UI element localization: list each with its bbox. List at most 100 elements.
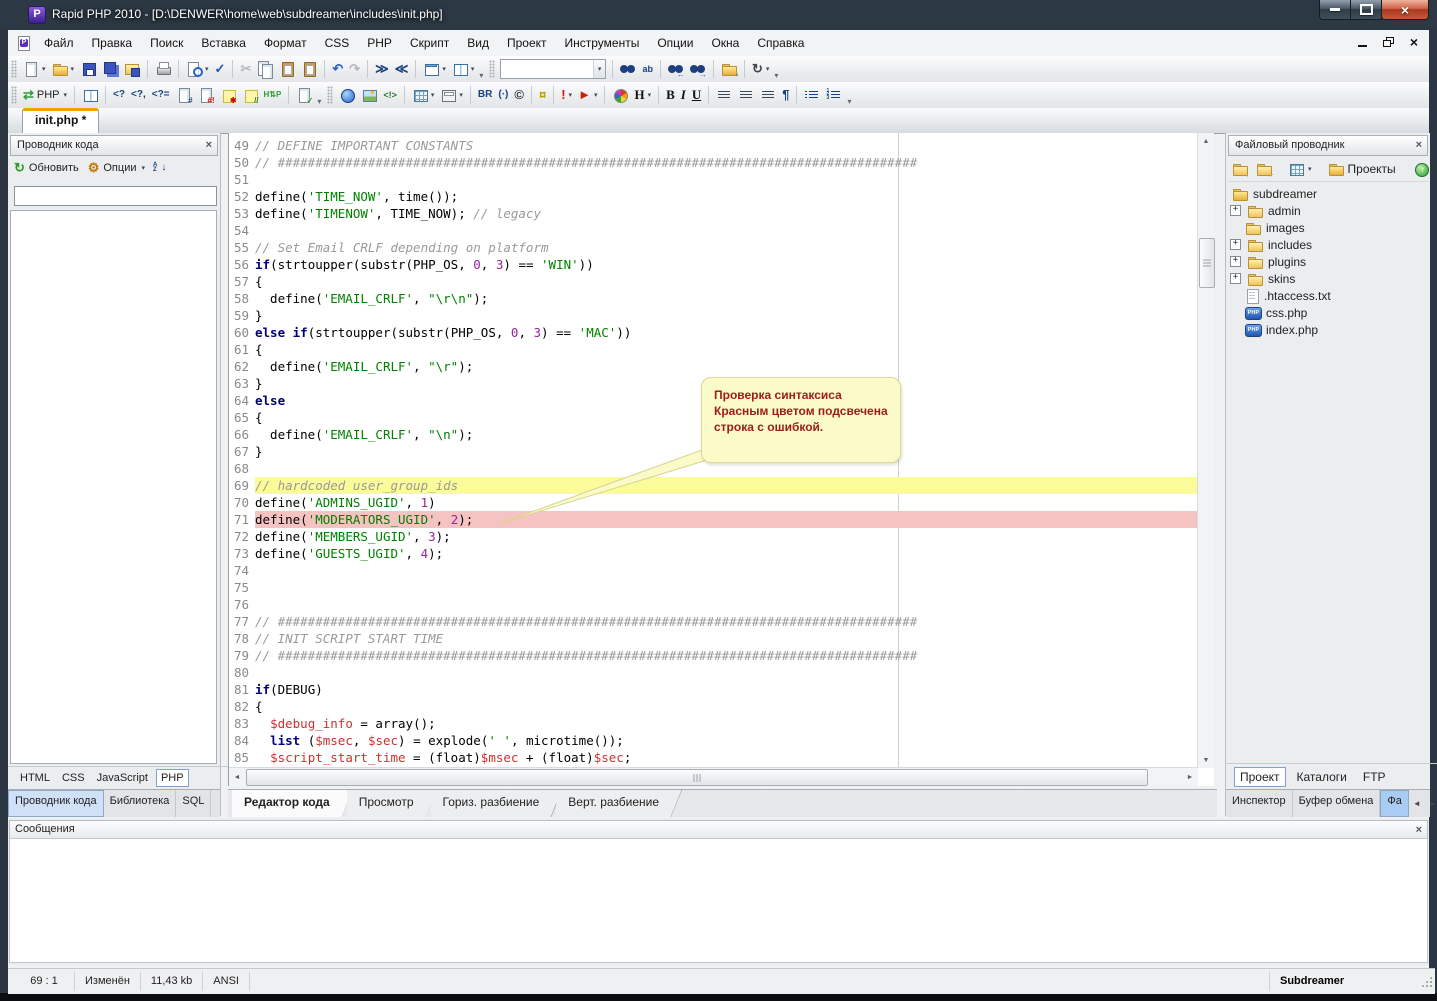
insert-table-button[interactable]: ▾: [409, 85, 438, 105]
code-line-72[interactable]: define('MEMBERS_UGID', 3);: [255, 528, 1198, 545]
language-php[interactable]: PHP: [156, 769, 189, 787]
quick-marker-button[interactable]: ►▾: [575, 85, 600, 105]
refresh-button[interactable]: ↻ Обновить: [10, 158, 84, 178]
insert-comment-button[interactable]: ✱: [217, 85, 239, 105]
tab-Буфер обмена[interactable]: Буфер обмена: [1293, 790, 1381, 817]
code-line-62[interactable]: define('EMAIL_CRLF', "\r");: [255, 358, 1198, 375]
save-copy-button[interactable]: [121, 59, 143, 79]
code-line-73[interactable]: define('GUESTS_UGID', 4);: [255, 545, 1198, 562]
tab-Библиотека[interactable]: Библиотека: [104, 790, 177, 817]
code-explorer-close-icon[interactable]: ×: [206, 138, 212, 152]
scroll-down-icon[interactable]: ▼: [1198, 752, 1214, 768]
mdi-restore-button[interactable]: [1379, 33, 1397, 51]
color-picker-button[interactable]: [609, 85, 631, 105]
paragraph-button[interactable]: ¶: [779, 85, 792, 105]
tab-Проект[interactable]: Проект: [1234, 767, 1286, 787]
tree-item-admin[interactable]: +admin: [1228, 202, 1428, 219]
vertical-scroll-thumb[interactable]: [1199, 238, 1215, 288]
html-to-php-button[interactable]: H⇅P: [261, 85, 285, 105]
menu-Справка[interactable]: Справка: [748, 31, 813, 55]
underline-button[interactable]: U: [689, 85, 704, 105]
find-previous-button[interactable]: ←: [665, 59, 687, 79]
italic-button[interactable]: I: [678, 85, 689, 105]
sort-button[interactable]: AZ ↓: [149, 158, 170, 178]
align-center-button[interactable]: [735, 85, 757, 105]
tab-scroll-left-button[interactable]: ◄: [1409, 797, 1425, 810]
tree-item-skins[interactable]: +skins: [1228, 270, 1428, 287]
parent-folder-button[interactable]: ↑: [1228, 159, 1252, 179]
code-line-84[interactable]: list ($msec, $sec) = explode(' ', microt…: [255, 732, 1198, 749]
code-line-77[interactable]: // #####################################…: [255, 613, 1198, 630]
tree-item-images[interactable]: images: [1228, 219, 1428, 236]
print-button[interactable]: [152, 59, 174, 79]
outdent-button[interactable]: ≪: [392, 59, 412, 79]
new-folder-button[interactable]: +: [1252, 159, 1276, 179]
minimize-button[interactable]: [1319, 0, 1351, 20]
insert-php-tag-button[interactable]: <?: [110, 85, 128, 105]
code-line-81[interactable]: if(DEBUG): [255, 681, 1198, 698]
tree-item-index.php[interactable]: index.php: [1228, 321, 1428, 338]
menu-Файл[interactable]: Файл: [35, 31, 83, 55]
menu-Вставка[interactable]: Вставка: [192, 31, 255, 55]
mdi-close-button[interactable]: ×: [1405, 33, 1423, 51]
code-line-49[interactable]: // DEFINE IMPORTANT CONSTANTS: [255, 137, 1198, 154]
insert-nbsp-button[interactable]: (·): [495, 85, 511, 105]
toolbar-overflow-button[interactable]: ▾: [845, 97, 854, 106]
paste-as-button[interactable]: [298, 59, 320, 79]
tab-Каталоги[interactable]: Каталоги: [1292, 768, 1352, 786]
redo-button[interactable]: ↷: [346, 59, 363, 79]
code-line-59[interactable]: }: [255, 307, 1198, 324]
paste-button[interactable]: [276, 59, 298, 79]
language-javascript[interactable]: JavaScript: [93, 770, 152, 786]
syntax-check-button[interactable]: ✓: [293, 85, 315, 105]
indent-button[interactable]: ≫: [372, 59, 392, 79]
menu-Вид[interactable]: Вид: [458, 31, 498, 55]
code-line-85[interactable]: $script_start_time = (float)$msec + (flo…: [255, 749, 1198, 766]
insert-form-button[interactable]: ▾: [437, 85, 466, 105]
code-line-52[interactable]: define('TIME_NOW', time());: [255, 188, 1198, 205]
insert-php-echo-button[interactable]: <?=: [149, 85, 173, 105]
menu-Инструменты[interactable]: Инструменты: [556, 31, 649, 55]
menu-Окна[interactable]: Окна: [702, 31, 748, 55]
tree-item-includes[interactable]: +includes: [1228, 236, 1428, 253]
save-all-button[interactable]: [99, 59, 121, 79]
copy-button[interactable]: [254, 59, 276, 79]
maximize-button[interactable]: [1350, 0, 1382, 20]
menu-Скрипт[interactable]: Скрипт: [401, 31, 458, 55]
insert-html-comment-button[interactable]: <!>: [380, 85, 400, 105]
replace-button[interactable]: ab: [639, 59, 656, 79]
code-line-74[interactable]: [255, 562, 1198, 579]
expander-icon[interactable]: +: [1230, 273, 1241, 284]
window-split-button[interactable]: ▾: [449, 59, 478, 79]
view-tab-Редактор кода[interactable]: Редактор кода: [232, 790, 353, 817]
search-again-button[interactable]: ↻▾: [749, 59, 772, 79]
insert-br-button[interactable]: BR: [475, 85, 495, 105]
scroll-right-icon[interactable]: ►: [1182, 769, 1198, 785]
tab-FTP[interactable]: FTP: [1358, 768, 1391, 786]
insert-image-button[interactable]: [358, 85, 380, 105]
expander-icon[interactable]: +: [1230, 239, 1241, 250]
document-tab-init-php[interactable]: init.php *: [22, 108, 99, 133]
menu-Правка[interactable]: Правка: [83, 31, 142, 55]
code-explorer-filter-input[interactable]: [14, 186, 217, 206]
open-file-button[interactable]: ▾: [49, 59, 78, 79]
quick-find-combobox[interactable]: ▾: [500, 59, 606, 79]
insert-php-block-button[interactable]: <?,: [128, 85, 149, 105]
new-document-button[interactable]: ▾: [20, 59, 49, 79]
expander-icon[interactable]: +: [1230, 205, 1241, 216]
code-line-82[interactable]: {: [255, 698, 1198, 715]
vertical-scrollbar[interactable]: ▲ ▼: [1197, 133, 1214, 768]
toolbar-overflow-button[interactable]: ▾: [772, 71, 781, 80]
menu-Поиск[interactable]: Поиск: [141, 31, 192, 55]
tab-Фа[interactable]: Фа: [1380, 790, 1408, 817]
code-line-54[interactable]: [255, 222, 1198, 239]
find-button[interactable]: [617, 59, 639, 79]
expander-icon[interactable]: +: [1230, 256, 1241, 267]
code-line-53[interactable]: define('TIMENOW', TIME_NOW); // legacy: [255, 205, 1198, 222]
bold-button[interactable]: B: [663, 85, 678, 105]
scroll-left-icon[interactable]: ◄: [229, 769, 245, 785]
code-line-51[interactable]: [255, 171, 1198, 188]
horizontal-scrollbar[interactable]: ◄ ►: [229, 767, 1198, 786]
menu-PHP[interactable]: PHP: [358, 31, 401, 55]
scroll-up-icon[interactable]: ▲: [1198, 133, 1214, 149]
